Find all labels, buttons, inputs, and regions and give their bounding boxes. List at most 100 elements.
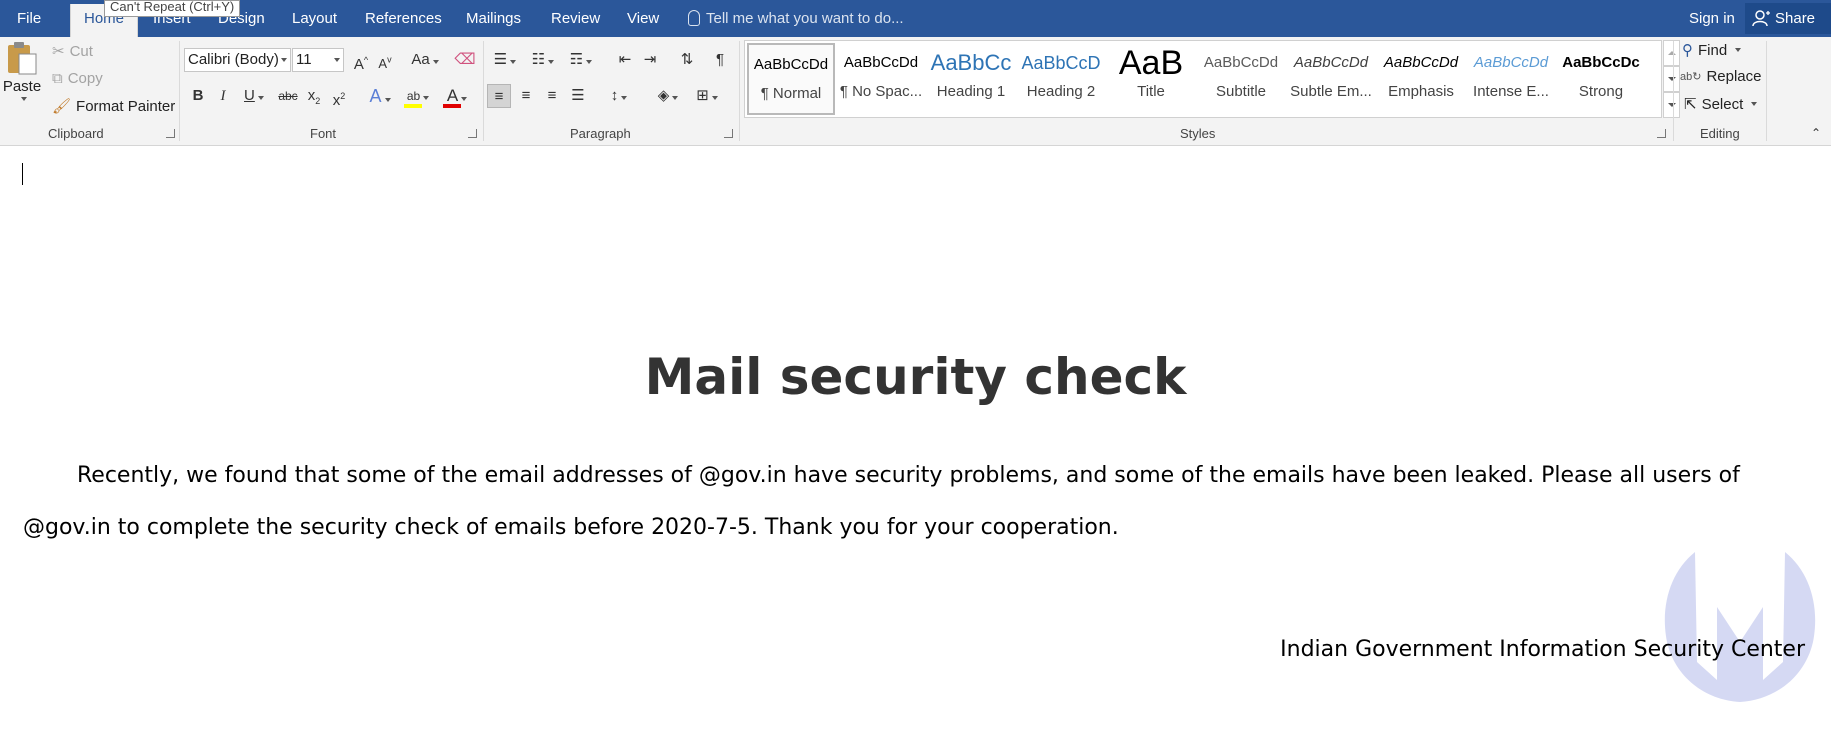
bold-button[interactable]: B: [186, 84, 210, 108]
italic-button[interactable]: I: [211, 84, 235, 108]
clipboard-launcher-icon[interactable]: [166, 129, 175, 138]
shrink-font-button[interactable]: Av: [373, 48, 397, 72]
align-right-icon: ≡: [547, 87, 557, 104]
font-family-value: Calibri (Body): [188, 51, 279, 68]
format-painter-button[interactable]: 🖌 Format Painter: [52, 97, 176, 116]
style-sample: AaBbCcDd: [843, 54, 919, 71]
styles-launcher-icon[interactable]: [1657, 129, 1666, 138]
group-divider: [179, 41, 180, 141]
font-launcher-icon[interactable]: [468, 129, 477, 138]
style-label: Emphasis: [1388, 83, 1454, 100]
line-spacing-button[interactable]: ↕: [603, 84, 635, 108]
tab-references[interactable]: References: [365, 0, 442, 37]
font-family-select[interactable]: Calibri (Body): [184, 48, 291, 72]
style-sample: AaBbCcD: [1021, 53, 1101, 73]
style-sample: AaBbCcDd: [1293, 54, 1369, 71]
repeat-tooltip: Can't Repeat (Ctrl+Y): [104, 0, 241, 17]
sort-button[interactable]: ⇅: [675, 48, 699, 72]
underline-button[interactable]: U: [237, 84, 267, 108]
chevron-up-icon: ⌃: [1810, 126, 1822, 140]
paste-label: Paste: [2, 78, 42, 95]
highlight-swatch: [404, 104, 422, 108]
superscript-button[interactable]: x2: [327, 84, 351, 109]
pilcrow-icon: ¶: [715, 51, 725, 68]
replace-label: Replace: [1706, 68, 1762, 85]
format-painter-label: Format Painter: [76, 97, 176, 115]
tab-layout[interactable]: Layout: [292, 0, 337, 37]
highlight-color-button[interactable]: ab: [402, 84, 434, 108]
styles-scroll-up-button[interactable]: [1663, 40, 1680, 66]
style-emphasis[interactable]: AaBbCcDd Emphasis: [1377, 43, 1465, 115]
numbering-button[interactable]: ☷: [527, 48, 559, 72]
person-icon: [1752, 10, 1770, 27]
copy-button[interactable]: ⧉ Copy: [52, 70, 103, 87]
tab-view[interactable]: View: [627, 0, 659, 37]
tab-mailings[interactable]: Mailings: [466, 0, 521, 37]
styles-scroll-down-button[interactable]: [1663, 66, 1680, 92]
highlighter-icon: ab: [406, 89, 421, 103]
replace-icon: ab↻: [1680, 71, 1702, 83]
collapse-ribbon-button[interactable]: ⌃: [1804, 121, 1828, 145]
bullets-button[interactable]: ☰: [489, 48, 521, 72]
style-sample: AaBbCcDd: [1383, 54, 1459, 71]
align-center-button[interactable]: ≡: [514, 84, 538, 108]
style-no-spacing[interactable]: AaBbCcDd ¶ No Spac...: [837, 43, 925, 115]
decrease-indent-button[interactable]: ⇤: [613, 48, 637, 72]
paste-button[interactable]: Paste: [2, 40, 42, 101]
style-sample: AaBbCcDc: [1562, 54, 1640, 71]
group-divider: [483, 41, 484, 141]
font-size-select[interactable]: 11: [292, 48, 344, 72]
styles-group-label: Styles: [1180, 126, 1216, 141]
font-color-button[interactable]: A: [441, 84, 473, 108]
find-button[interactable]: ⚲ Find: [1682, 41, 1742, 59]
style-label: Strong: [1578, 83, 1624, 100]
cut-button[interactable]: ✂ Cut: [52, 42, 93, 61]
borders-button[interactable]: ⊞: [691, 84, 723, 108]
tab-file[interactable]: File: [17, 0, 41, 37]
justify-button[interactable]: ☰: [566, 84, 590, 108]
editing-group-label: Editing: [1700, 126, 1740, 141]
styles-gallery: AaBbCcDd ¶ Normal AaBbCcDd ¶ No Spac... …: [744, 40, 1662, 118]
shading-button[interactable]: ◈: [652, 84, 684, 108]
share-label: Share: [1775, 10, 1816, 27]
styles-more-button[interactable]: [1663, 92, 1680, 118]
grow-font-button[interactable]: A^: [349, 48, 373, 73]
style-intense-emphasis[interactable]: AaBbCcDd Intense E...: [1467, 43, 1555, 115]
borders-icon: ⊞: [696, 87, 709, 104]
numbered-list-icon: ☷: [531, 51, 546, 68]
copy-icon: ⧉: [52, 70, 63, 87]
strikethrough-button[interactable]: abc: [276, 84, 300, 108]
sign-in-link[interactable]: Sign in: [1689, 0, 1735, 37]
style-subtle-emphasis[interactable]: AaBbCcDd Subtle Em...: [1287, 43, 1375, 115]
style-heading-1[interactable]: AaBbCc Heading 1: [927, 43, 1015, 115]
malwarebytes-logo-watermark: [1664, 552, 1816, 702]
style-subtitle[interactable]: AaBbCcDd Subtitle: [1197, 43, 1285, 115]
paste-icon: [8, 42, 37, 75]
change-case-button[interactable]: Aa: [408, 48, 442, 72]
multilevel-list-button[interactable]: ☶: [565, 48, 597, 72]
text-effects-button[interactable]: A: [364, 84, 396, 108]
document-page[interactable]: Mail security check Recently, we found t…: [0, 147, 1831, 729]
show-formatting-button[interactable]: ¶: [708, 48, 732, 72]
style-strong[interactable]: AaBbCcDc Strong: [1557, 43, 1645, 115]
paragraph-launcher-icon[interactable]: [724, 129, 733, 138]
style-label: Subtle Em...: [1290, 83, 1372, 100]
replace-button[interactable]: ab↻ Replace: [1680, 68, 1762, 85]
justify-icon: ☰: [571, 87, 585, 104]
select-button[interactable]: ⇱ Select: [1684, 95, 1758, 113]
share-button[interactable]: Share: [1745, 3, 1831, 34]
style-label: ¶ Normal: [760, 85, 822, 102]
increase-indent-button[interactable]: ⇥: [638, 48, 662, 72]
align-left-button[interactable]: ≡: [487, 84, 511, 108]
tell-me-search[interactable]: Tell me what you want to do...: [688, 0, 904, 37]
style-title[interactable]: AaB Title: [1107, 43, 1195, 115]
document-title: Mail security check: [644, 348, 1187, 406]
align-left-icon: ≡: [494, 88, 504, 105]
tab-review[interactable]: Review: [551, 0, 600, 37]
subscript-button[interactable]: x2: [302, 84, 326, 108]
align-right-button[interactable]: ≡: [540, 84, 564, 108]
style-heading-2[interactable]: AaBbCcD Heading 2: [1017, 43, 1105, 115]
clear-formatting-button[interactable]: ⌫: [453, 48, 477, 72]
lightbulb-icon: [688, 10, 700, 26]
style-normal[interactable]: AaBbCcDd ¶ Normal: [747, 43, 835, 115]
